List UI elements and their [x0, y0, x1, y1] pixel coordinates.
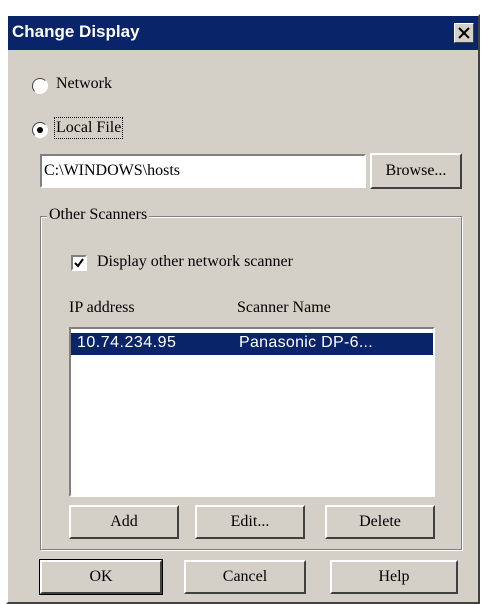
list-item-scanner-name: Panasonic DP-6... [239, 334, 374, 351]
local-file-radio[interactable] [32, 122, 48, 138]
checkmark-icon [74, 258, 84, 268]
display-other-scanner-label: Display other network scanner [97, 253, 293, 270]
local-file-radio-option[interactable]: Local File [32, 117, 192, 145]
network-radio[interactable] [32, 78, 48, 94]
window-title: Change Display [12, 22, 140, 41]
column-header-ip: IP address [69, 299, 135, 316]
column-header-scanner-name: Scanner Name [237, 299, 331, 316]
delete-button[interactable]: Delete [325, 505, 435, 539]
file-path-input[interactable]: C:\WINDOWS\hosts [40, 154, 366, 188]
add-button[interactable]: Add [69, 505, 179, 539]
change-display-dialog: Change Display Network Local File C:\WIN… [6, 14, 480, 604]
local-file-radio-label: Local File [53, 117, 124, 139]
scanner-list[interactable]: 10.74.234.95 Panasonic DP-6... [69, 327, 435, 497]
edit-button[interactable]: Edit... [195, 505, 305, 539]
other-scanners-label: Other Scanners [47, 206, 150, 224]
title-bar[interactable]: Change Display [8, 16, 478, 50]
close-button[interactable] [454, 23, 474, 43]
browse-button[interactable]: Browse... [370, 153, 462, 189]
list-item-ip: 10.74.234.95 [77, 334, 177, 351]
close-icon [458, 27, 470, 39]
cancel-button[interactable]: Cancel [184, 560, 306, 594]
radio-selected-dot [37, 127, 43, 133]
help-button[interactable]: Help [330, 560, 458, 594]
display-other-scanner-checkbox[interactable] [71, 255, 87, 271]
ok-button[interactable]: OK [40, 560, 162, 594]
network-radio-label: Network [56, 75, 112, 92]
other-scanners-group: Other Scanners Display other network sca… [40, 206, 462, 550]
list-item[interactable]: 10.74.234.95 Panasonic DP-6... [71, 333, 433, 355]
network-radio-option[interactable]: Network [32, 75, 172, 101]
